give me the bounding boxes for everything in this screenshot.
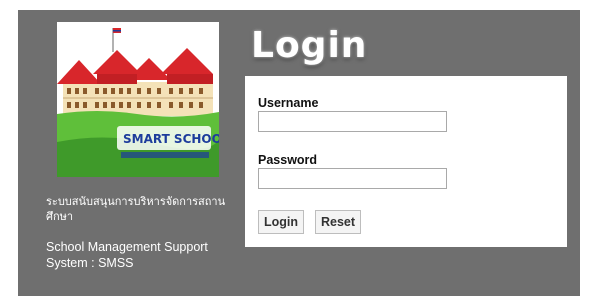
username-label: Username — [258, 96, 319, 110]
username-input[interactable] — [258, 111, 447, 132]
reset-button[interactable]: Reset — [315, 210, 362, 234]
login-heading: Login — [251, 25, 368, 66]
thai-system-name: ระบบสนับสนุนการบริหารจัดการสถานศึกษา — [46, 196, 226, 223]
smart-school-logo-text: SMART SCHOOL — [123, 132, 219, 146]
login-form: Username Password Login Reset — [245, 76, 567, 247]
login-button[interactable]: Login — [258, 210, 305, 234]
english-system-name: School Management Support System : SMSS — [46, 240, 208, 270]
school-building-icon: SMART SCHOOL — [57, 22, 219, 177]
password-input[interactable] — [258, 168, 447, 189]
login-panel: SMART SCHOOL ระบบสนับสนุนการบริหารจัดการ… — [18, 10, 580, 296]
school-logo-image: SMART SCHOOL — [57, 22, 219, 177]
password-label: Password — [258, 153, 318, 167]
